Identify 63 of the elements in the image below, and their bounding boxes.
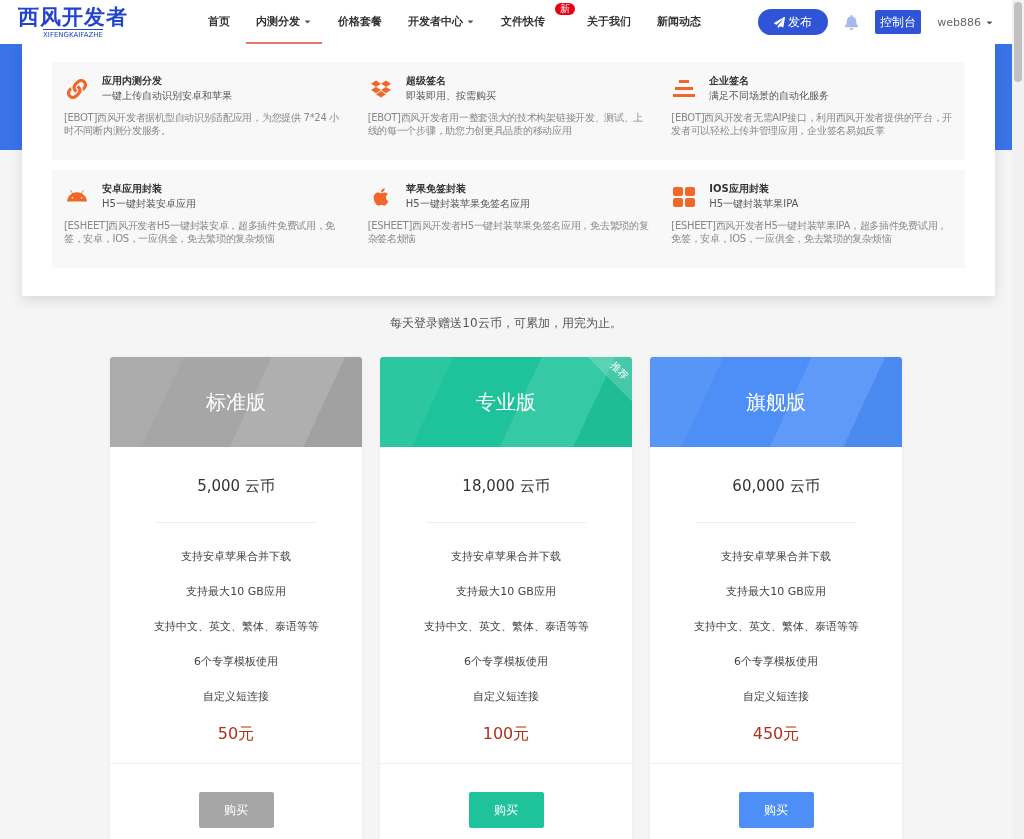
menu-item-title[interactable]: 安卓应用封装	[102, 182, 196, 196]
menu-item-description: [EBOT]西风开发者无需AIP接口，利用西风开发者提供的平台，开发者可以轻松上传并管理应用，企业签名易如反掌	[671, 111, 953, 137]
menu-item-description: [ESHEET]西风开发者H5一键封装苹果IPA，超多插件免费试用，免签，安卓，IOS，一应俱全，免去繁琐的复杂烦恼	[671, 219, 948, 245]
nav-link[interactable]: 新闻动态	[647, 0, 711, 44]
plan-feature: 支持安卓苹果合并下载	[721, 549, 831, 565]
plan-feature: 6个专享模板使用	[194, 654, 278, 670]
plan-price: 450元	[752, 724, 800, 745]
plan-coins: 5,000 云币	[197, 477, 275, 496]
menu-item-subtitle: 即装即用、按需购买	[405, 89, 496, 103]
menu-item-description: [EBOT]西风开发者用一整套强大的技术构架链接开发、测试、上线的每一个步骤，助您力创更具品质的移动应用	[367, 111, 645, 137]
ribbon-label: 推荐	[607, 359, 631, 383]
plan-feature: 支持安卓苹果合并下载	[181, 549, 291, 565]
user-menu[interactable]: web886	[937, 15, 994, 29]
plan-feature: 支持中文、英文、繁体、泰语等等	[153, 619, 319, 635]
menu-item-description: [ESHEET]西风开发者H5一键封装苹果免签名应用，免去繁琐的复杂签名烦恼	[367, 219, 650, 245]
nav-link[interactable]: 文件快传	[491, 0, 555, 44]
stacked-bars-icon	[673, 79, 696, 98]
scrollbar[interactable]	[1012, 0, 1024, 839]
dropbox-icon	[370, 78, 391, 99]
plan-feature: 6个专享模板使用	[464, 654, 548, 670]
bell-icon[interactable]	[844, 14, 860, 30]
logo-title[interactable]: 西风开发者	[18, 5, 128, 29]
plan-price: 100元	[482, 724, 530, 745]
menu-item-title[interactable]: 超级签名	[405, 74, 496, 88]
plan-coins: 60,000 云币	[732, 477, 820, 496]
menu-item-subtitle: H5一键封装苹果IPA	[709, 197, 799, 211]
menu-item-description: [ESHEET]西风开发者H5一键封装安卓，超多插件免费试用，免签，安卓，IOS，一应俱全，免去繁琐的复杂烦恼	[64, 219, 336, 245]
menu-item-title[interactable]: IOS应用封装	[709, 182, 799, 196]
plan-feature: 支持最大10 GB应用	[456, 584, 556, 600]
plan-coins: 18,000 云币	[462, 477, 550, 496]
nav-link[interactable]: 价格套餐	[328, 0, 392, 44]
plan-feature: 6个专享模板使用	[734, 654, 818, 670]
menu-item-title[interactable]: 苹果免签封装	[405, 182, 530, 196]
nav-link[interactable]: 关于我们	[577, 0, 641, 44]
menu-item-subtitle: 一键上传自动识别安卓和苹果	[102, 89, 232, 103]
plan-feature: 支持中文、英文、繁体、泰语等等	[693, 619, 859, 635]
plan-feature: 支持最大10 GB应用	[186, 584, 286, 600]
menu-item-subtitle: 满足不同场景的自动化服务	[709, 89, 830, 103]
plan-name: 标准版	[206, 388, 266, 416]
plan-feature: 自定义短连接	[743, 689, 809, 705]
menu-item-description: [EBOT]西风开发者据机型自动识别适配应用，为您提供 7*24 小时不间断内测分发服务。	[64, 111, 341, 137]
menu-item-subtitle: H5一键封装安卓应用	[102, 197, 196, 211]
new-badge: 新	[555, 3, 575, 15]
paper-plane-icon	[774, 16, 786, 28]
scrollbar-thumb[interactable]	[1014, 2, 1022, 82]
menu-item-subtitle: H5一键封装苹果免签名应用	[405, 197, 530, 211]
plan-name: 旗舰版	[746, 388, 806, 416]
console-button[interactable]: 控制台	[875, 10, 922, 34]
plan-price: 50元	[217, 724, 255, 745]
plan-feature: 自定义短连接	[203, 689, 269, 705]
publish-button[interactable]: 发布	[758, 9, 829, 35]
plan-feature: 自定义短连接	[473, 689, 539, 705]
plan-name: 专业版	[476, 388, 536, 416]
plan-feature: 支持最大10 GB应用	[726, 584, 826, 600]
grid-icon	[673, 186, 696, 207]
nav-link[interactable]: 首页	[198, 0, 240, 44]
plan-feature: 支持中文、英文、繁体、泰语等等	[423, 619, 589, 635]
link-icon	[67, 78, 87, 99]
plan-feature: 支持安卓苹果合并下载	[451, 549, 561, 565]
menu-item-title[interactable]: 企业签名	[709, 74, 830, 88]
pricing-subtitle: 每天登录赠送10云币，可累加，用完为止。	[390, 315, 622, 332]
nav-link[interactable]: 开发者中心	[398, 0, 485, 44]
menu-item-title[interactable]: 应用内测分发	[102, 74, 232, 88]
